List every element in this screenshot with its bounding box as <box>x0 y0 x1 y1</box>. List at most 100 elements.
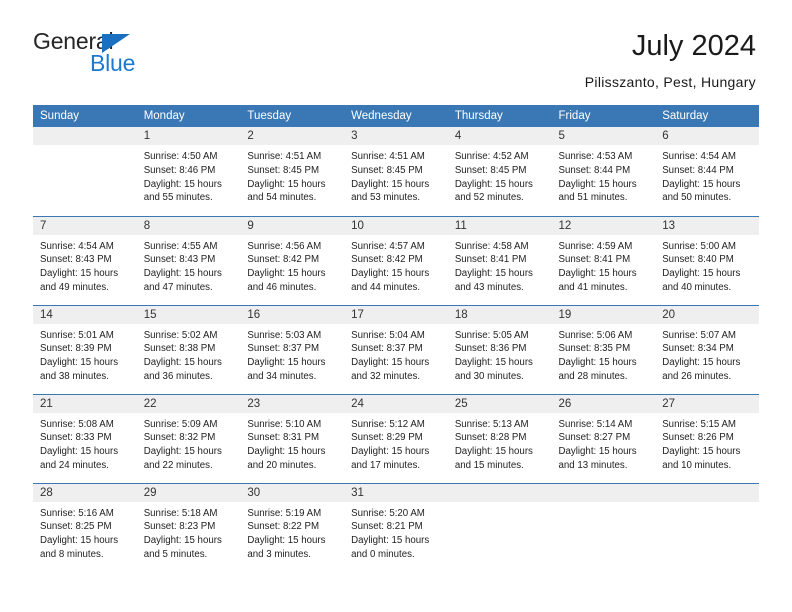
day-sunrise-text: Sunrise: 4:51 AM <box>247 151 322 163</box>
day-number <box>447 483 552 502</box>
day-number: 18 <box>447 305 552 324</box>
day-number: 7 <box>33 216 137 235</box>
day-details: Sunrise: 5:15 AM Sunset: 8:26 PM Daylight:… <box>655 413 759 472</box>
day-sunrise-text: Sunrise: 4:56 AM <box>247 240 322 252</box>
day-daylight1-text: Daylight: 15 hours <box>662 446 741 458</box>
calendar-day-cell[interactable]: 29 Sunrise: 5:18 AM Sunset: 8:23 PM Dayligh… <box>136 482 241 573</box>
calendar-day-cell[interactable]: 22 Sunrise: 5:09 AM Sunset: 8:32 PM Dayligh… <box>136 393 241 484</box>
day-sunset-text: Sunset: 8:38 PM <box>143 343 216 355</box>
calendar-day-cell[interactable]: 3 Sunrise: 4:51 AM Sunset: 8:45 PM Daylight… <box>344 127 448 216</box>
day-sunrise-text: Sunrise: 5:19 AM <box>247 507 322 519</box>
day-sunset-text: Sunset: 8:39 PM <box>40 343 112 355</box>
day-daylight2-text: and 22 minutes. <box>143 459 213 471</box>
weekday-header-sunday: Sunday <box>33 105 137 128</box>
day-daylight1-text: Daylight: 15 hours <box>454 178 533 190</box>
day-daylight2-text: and 53 minutes. <box>351 192 421 204</box>
weekday-header-thursday: Thursday <box>447 105 552 128</box>
day-daylight2-text: and 15 minutes. <box>454 459 524 471</box>
day-details: Sunrise: 5:10 AM Sunset: 8:31 PM Daylight:… <box>240 413 344 472</box>
day-daylight2-text: and 3 minutes. <box>247 548 311 560</box>
day-sunrise-text: Sunrise: 4:54 AM <box>662 151 736 163</box>
calendar-day-cell[interactable]: 14 Sunrise: 5:01 AM Sunset: 8:39 PM Dayligh… <box>33 304 137 395</box>
calendar-day-cell[interactable]: 31 Sunrise: 5:20 AM Sunset: 8:21 PM Dayligh… <box>344 482 448 573</box>
day-daylight2-text: and 28 minutes. <box>558 370 628 382</box>
day-daylight1-text: Daylight: 15 hours <box>351 268 430 280</box>
day-daylight2-text: and 54 minutes. <box>247 192 317 204</box>
day-sunset-text: Sunset: 8:41 PM <box>454 254 527 266</box>
calendar-day-cell[interactable]: 6 Sunrise: 4:54 AM Sunset: 8:44 PM Daylight… <box>655 127 759 216</box>
calendar-day-cell[interactable]: 7 Sunrise: 4:54 AM Sunset: 8:43 PM Daylight… <box>33 215 137 306</box>
calendar-day-cell[interactable]: 15 Sunrise: 5:02 AM Sunset: 8:38 PM Dayligh… <box>136 304 241 395</box>
calendar-day-cell[interactable]: 1 Sunrise: 4:50 AM Sunset: 8:46 PM Daylight… <box>136 127 241 216</box>
day-daylight1-text: Daylight: 15 hours <box>351 178 430 190</box>
calendar-day-cell[interactable]: 24 Sunrise: 5:12 AM Sunset: 8:29 PM Dayligh… <box>344 393 448 484</box>
day-daylight1-text: Daylight: 15 hours <box>454 357 533 369</box>
day-sunrise-text: Sunrise: 4:55 AM <box>143 240 218 252</box>
day-sunrise-text: Sunrise: 5:07 AM <box>662 329 736 341</box>
calendar-day-cell[interactable]: 21 Sunrise: 5:08 AM Sunset: 8:33 PM Dayligh… <box>33 393 137 484</box>
day-number: 22 <box>136 394 241 413</box>
calendar-day-cell[interactable]: 8 Sunrise: 4:55 AM Sunset: 8:43 PM Daylight… <box>136 215 241 306</box>
day-daylight1-text: Daylight: 15 hours <box>351 446 430 458</box>
day-daylight2-text: and 10 minutes. <box>662 459 732 471</box>
calendar-day-cell[interactable]: 17 Sunrise: 5:04 AM Sunset: 8:37 PM Dayligh… <box>344 304 448 395</box>
day-daylight1-text: Daylight: 15 hours <box>143 446 222 458</box>
calendar-day-cell[interactable]: 28 Sunrise: 5:16 AM Sunset: 8:25 PM Dayligh… <box>33 482 137 573</box>
day-sunset-text: Sunset: 8:25 PM <box>40 521 112 533</box>
day-sunset-text: Sunset: 8:37 PM <box>247 343 320 355</box>
calendar-day-cell[interactable]: 18 Sunrise: 5:05 AM Sunset: 8:36 PM Dayligh… <box>447 304 552 395</box>
day-details: Sunrise: 5:04 AM Sunset: 8:37 PM Daylight:… <box>344 324 448 383</box>
calendar-day-cell[interactable]: 19 Sunrise: 5:06 AM Sunset: 8:35 PM Dayligh… <box>551 304 656 395</box>
calendar-day-cell[interactable]: 25 Sunrise: 5:13 AM Sunset: 8:28 PM Dayligh… <box>447 393 552 484</box>
calendar-day-cell-empty <box>33 127 137 216</box>
day-daylight2-text: and 24 minutes. <box>40 459 109 471</box>
day-daylight1-text: Daylight: 15 hours <box>454 268 533 280</box>
day-sunset-text: Sunset: 8:32 PM <box>143 432 216 444</box>
day-daylight2-text: and 0 minutes. <box>351 548 415 560</box>
calendar-day-cell[interactable]: 9 Sunrise: 4:56 AM Sunset: 8:42 PM Daylight… <box>240 215 345 306</box>
day-sunrise-text: Sunrise: 5:04 AM <box>351 329 425 341</box>
day-daylight2-text: and 32 minutes. <box>351 370 421 382</box>
calendar-day-cell[interactable]: 23 Sunrise: 5:10 AM Sunset: 8:31 PM Dayligh… <box>240 393 345 484</box>
day-sunset-text: Sunset: 8:27 PM <box>558 432 631 444</box>
day-sunrise-text: Sunrise: 5:20 AM <box>351 507 425 519</box>
day-sunset-text: Sunset: 8:37 PM <box>351 343 423 355</box>
day-sunrise-text: Sunrise: 4:58 AM <box>454 240 529 252</box>
brand-logo[interactable]: General Blue <box>33 30 153 82</box>
day-number: 3 <box>344 127 448 146</box>
calendar-day-cell[interactable]: 4 Sunrise: 4:52 AM Sunset: 8:45 PM Daylight… <box>447 127 552 216</box>
day-sunset-text: Sunset: 8:43 PM <box>143 254 216 266</box>
day-number: 21 <box>33 394 137 413</box>
weekday-header-friday: Friday <box>551 105 656 128</box>
day-daylight2-text: and 52 minutes. <box>454 192 524 204</box>
weekday-header-monday: Monday <box>136 105 241 128</box>
day-sunset-text: Sunset: 8:44 PM <box>558 164 631 176</box>
day-sunset-text: Sunset: 8:41 PM <box>558 254 631 266</box>
day-sunrise-text: Sunrise: 5:18 AM <box>143 507 218 519</box>
day-daylight2-text: and 20 minutes. <box>247 459 317 471</box>
calendar-day-cell[interactable]: 20 Sunrise: 5:07 AM Sunset: 8:34 PM Dayligh… <box>655 304 759 395</box>
day-number: 1 <box>136 127 241 146</box>
page-title: July 2024 <box>631 30 756 62</box>
day-daylight1-text: Daylight: 15 hours <box>558 268 637 280</box>
day-sunrise-text: Sunrise: 5:14 AM <box>558 418 633 430</box>
day-sunrise-text: Sunrise: 4:51 AM <box>351 151 425 163</box>
calendar-day-cell[interactable]: 12 Sunrise: 4:59 AM Sunset: 8:41 PM Dayligh… <box>551 215 656 306</box>
calendar-day-cell-empty <box>447 482 552 573</box>
day-details: Sunrise: 4:59 AM Sunset: 8:41 PM Daylight:… <box>552 235 656 294</box>
calendar-day-cell[interactable]: 10 Sunrise: 4:57 AM Sunset: 8:42 PM Dayligh… <box>344 215 448 306</box>
calendar-day-cell[interactable]: 11 Sunrise: 4:58 AM Sunset: 8:41 PM Dayligh… <box>447 215 552 306</box>
calendar-day-cell[interactable]: 5 Sunrise: 4:53 AM Sunset: 8:44 PM Daylight… <box>551 127 656 216</box>
day-number: 17 <box>344 305 448 324</box>
calendar-day-cell[interactable]: 16 Sunrise: 5:03 AM Sunset: 8:37 PM Dayligh… <box>240 304 345 395</box>
day-sunrise-text: Sunrise: 5:09 AM <box>143 418 218 430</box>
day-sunset-text: Sunset: 8:45 PM <box>247 164 320 176</box>
day-daylight1-text: Daylight: 15 hours <box>247 535 326 547</box>
day-sunrise-text: Sunrise: 5:12 AM <box>351 418 425 430</box>
calendar-day-cell[interactable]: 26 Sunrise: 5:14 AM Sunset: 8:27 PM Dayligh… <box>551 393 656 484</box>
calendar-day-cell[interactable]: 2 Sunrise: 4:51 AM Sunset: 8:45 PM Daylight… <box>240 127 345 216</box>
day-daylight2-text: and 55 minutes. <box>143 192 213 204</box>
calendar-day-cell[interactable]: 13 Sunrise: 5:00 AM Sunset: 8:40 PM Dayligh… <box>655 215 759 306</box>
calendar-day-cell[interactable]: 27 Sunrise: 5:15 AM Sunset: 8:26 PM Dayligh… <box>655 393 759 484</box>
calendar-day-cell[interactable]: 30 Sunrise: 5:19 AM Sunset: 8:22 PM Dayligh… <box>240 482 345 573</box>
